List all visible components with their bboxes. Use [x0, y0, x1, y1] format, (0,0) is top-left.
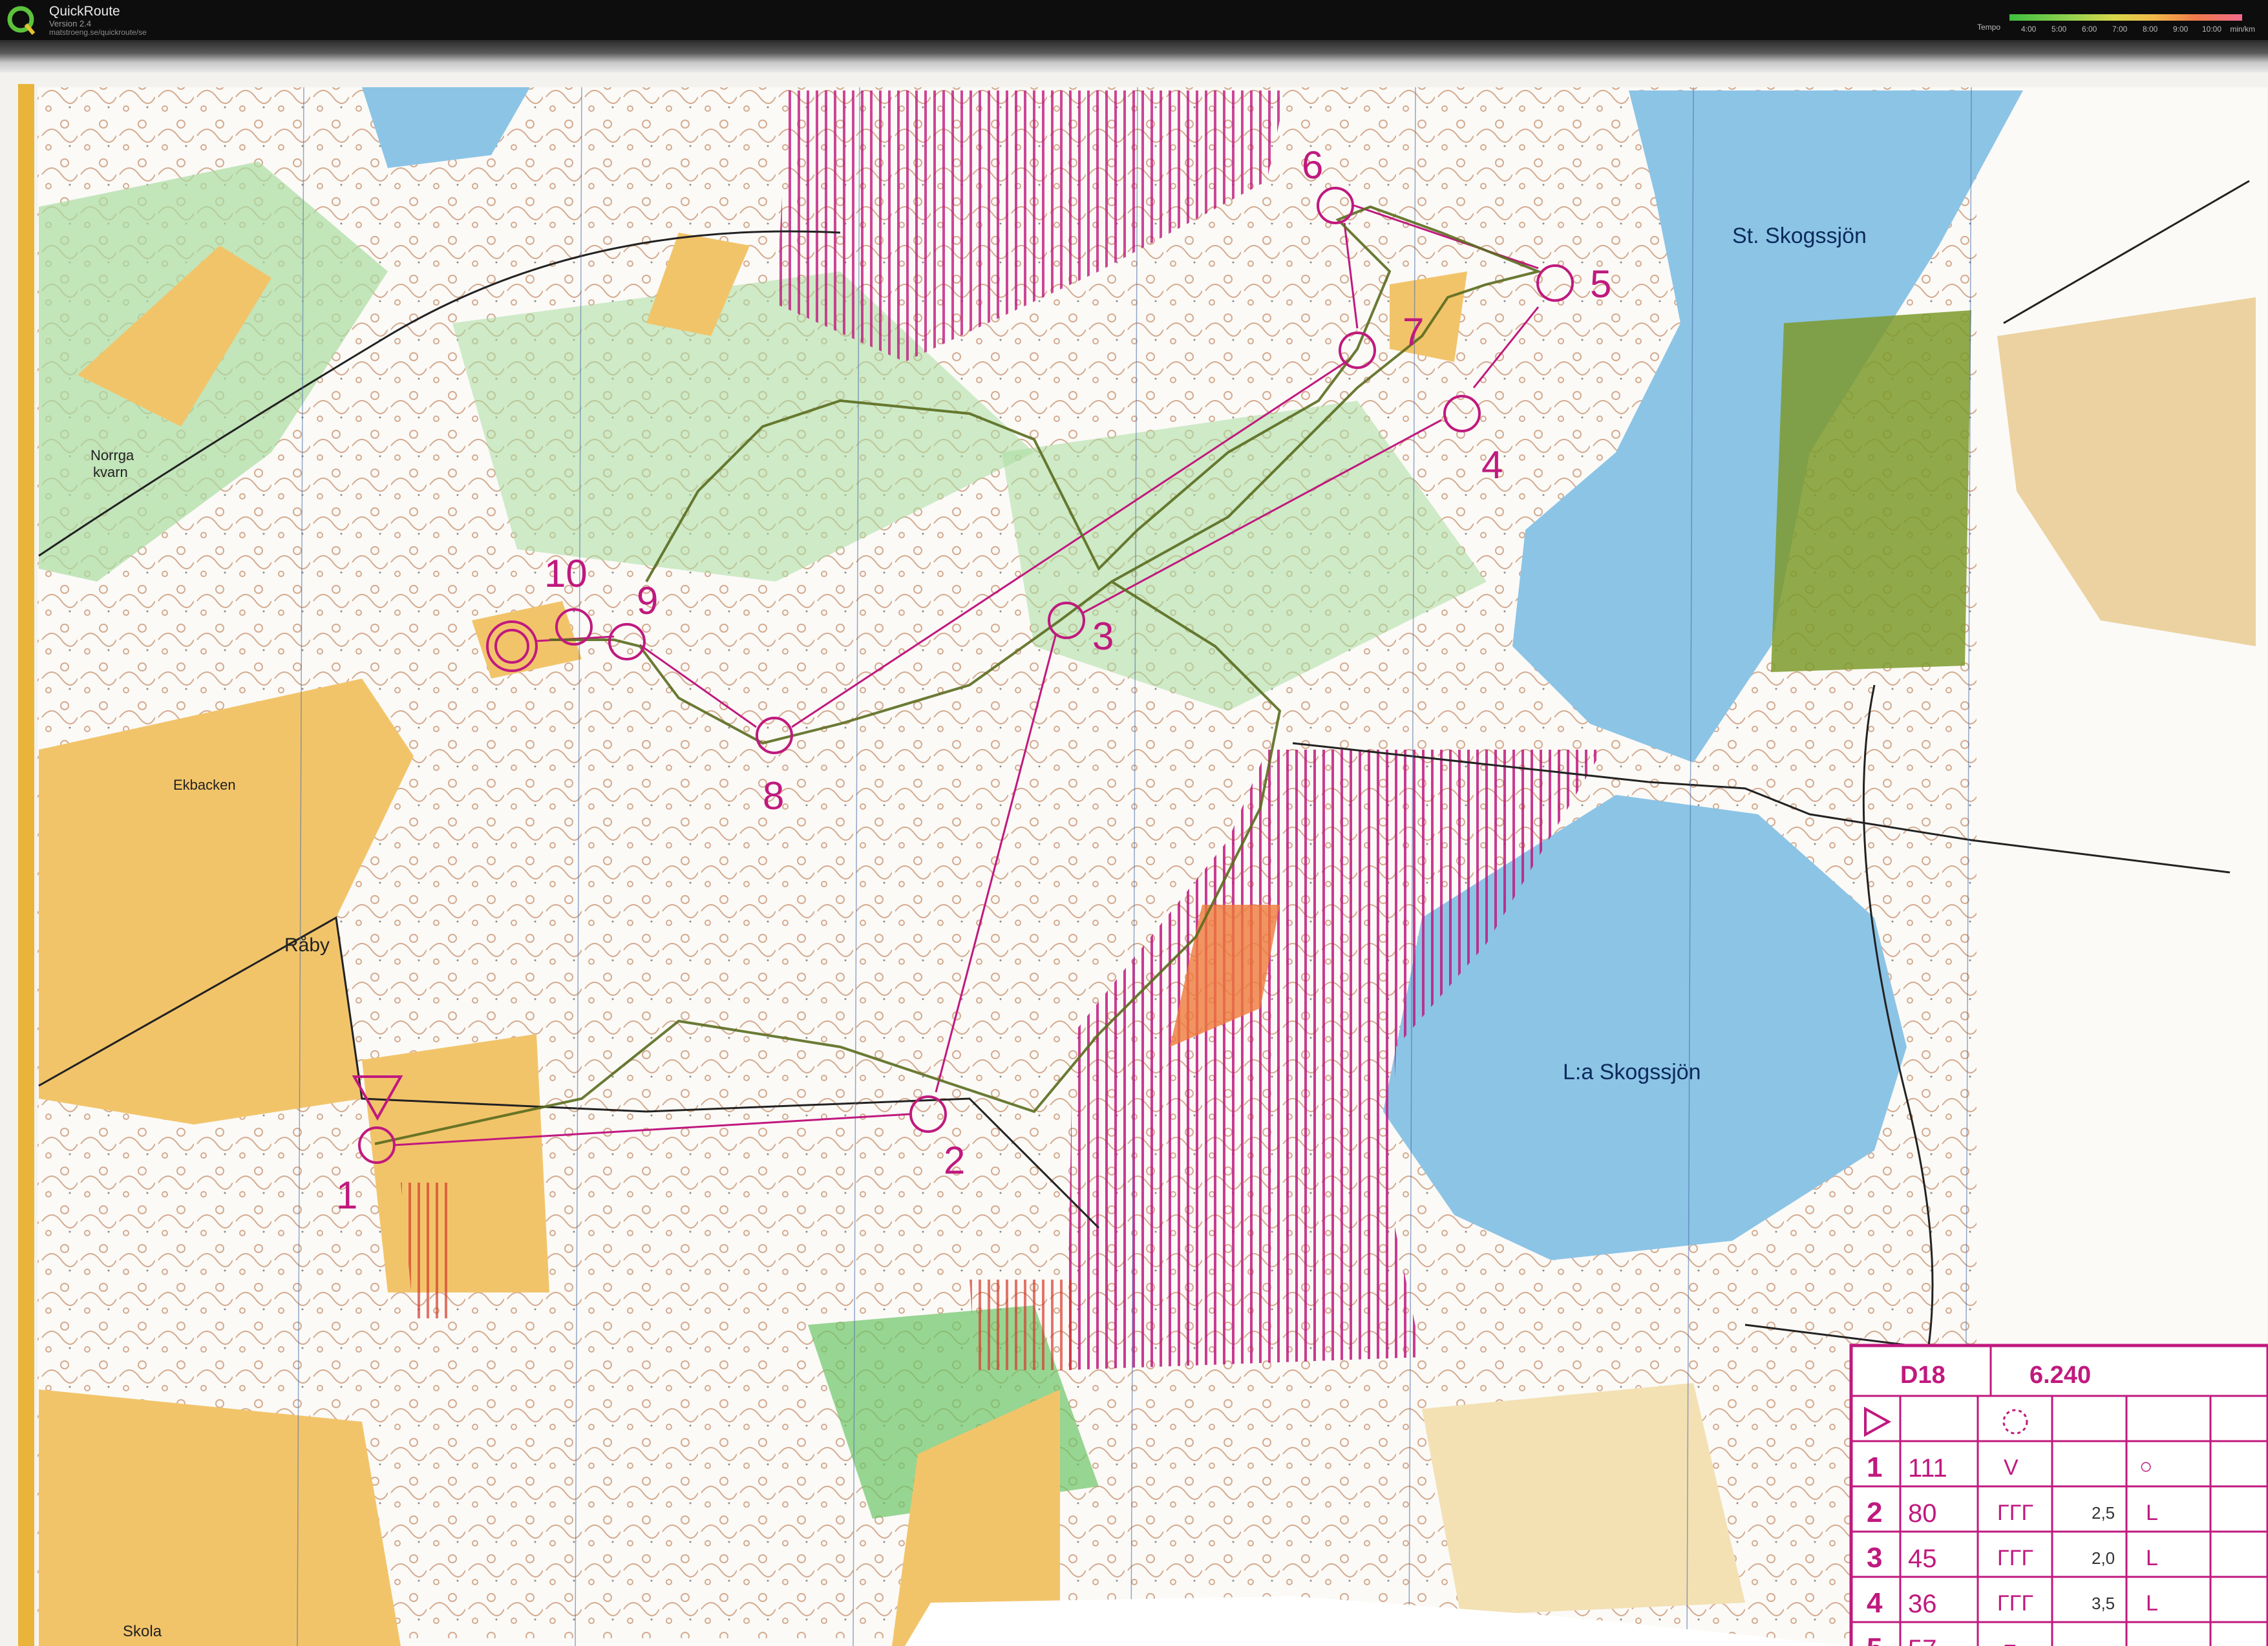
cd-row-code: 111 [1908, 1454, 1947, 1482]
cd-row-code: 57 [1908, 1635, 1937, 1646]
control-number: 5 [1590, 262, 1611, 306]
place-name: St. Skogssjön [1732, 224, 1867, 248]
out-of-bounds-area [970, 1280, 1073, 1370]
control-number: 10 [544, 552, 588, 595]
cd-row-location: ○ [2139, 1454, 2153, 1479]
control-description-sheet: D18 6.240 1 2 3 4 5 111 80 45 36 57 V ΓΓ… [1849, 1344, 2268, 1646]
title-bar: QuickRoute Version 2.4 matstroeng.se/qui… [0, 0, 2268, 40]
open-land [1390, 271, 1467, 362]
place-name: Ekbacken [173, 777, 236, 793]
app-title: QuickRoute [49, 4, 120, 19]
cd-row-location: L [2146, 1546, 2158, 1570]
place-name: kvarn [93, 464, 128, 480]
cd-row-dimension: 3,5 [2092, 1594, 2115, 1613]
place-name: Skola [123, 1623, 162, 1640]
control-number: 1 [336, 1174, 357, 1217]
cd-row-number: 1 [1867, 1451, 1882, 1483]
cd-row-dimension: 2,0 [2092, 1548, 2115, 1568]
cd-row-feature: ΓΓΓ [1997, 1591, 2033, 1616]
control-number: 6 [1302, 143, 1323, 187]
tempo-tick: 4:00 [2021, 25, 2037, 34]
cd-row-location: L [2146, 1591, 2158, 1616]
cd-row-number: 3 [1867, 1542, 1882, 1574]
tempo-color-bar [2009, 14, 2242, 21]
tempo-tick: 9:00 [2173, 25, 2189, 34]
open-land [39, 1389, 401, 1646]
control-number: 8 [763, 774, 784, 818]
control-number: 4 [1481, 443, 1503, 487]
map-border-left [18, 84, 34, 1646]
cd-row-code: 45 [1908, 1545, 1937, 1573]
residential-area [1771, 310, 1971, 672]
app-version: Version 2.4 [49, 19, 92, 28]
tempo-label: Tempo [1977, 23, 2001, 32]
course-class: D18 [1900, 1362, 1945, 1389]
cd-row-number: 5 [1867, 1632, 1882, 1646]
tempo-tick: 7:00 [2112, 25, 2128, 34]
control-number: 9 [637, 579, 658, 622]
tempo-unit: min/km [2230, 25, 2255, 34]
tempo-legend: Tempo 4:00 5:00 6:00 7:00 8:00 9:00 10:0… [1977, 9, 2255, 35]
control-number: 2 [944, 1139, 965, 1182]
cd-row-feature: = [2004, 1636, 2017, 1646]
cd-row-code: 36 [1908, 1590, 1937, 1618]
control-number: 7 [1403, 310, 1424, 353]
cd-row-number: 2 [1867, 1497, 1882, 1528]
cd-row-feature: ΓΓΓ [1997, 1546, 2033, 1570]
tempo-tick: 10:00 [2202, 25, 2222, 34]
place-name: Norrga [90, 447, 134, 463]
tempo-tick: 5:00 [2051, 25, 2067, 34]
place-name: Råby [284, 934, 330, 956]
cd-row-location: L [2146, 1501, 2158, 1525]
place-name: L:a Skogssjön [1563, 1060, 1701, 1084]
app-url: matstroeng.se/quickroute/se [49, 28, 147, 37]
open-land [1422, 1383, 1745, 1616]
cd-row-feature: V [2004, 1455, 2019, 1480]
course-distance: 6.240 [2030, 1362, 2091, 1389]
quickroute-logo-icon [7, 6, 36, 35]
tempo-tick: 6:00 [2082, 25, 2097, 34]
cd-row-dimension: 2,5 [2092, 1503, 2115, 1523]
tempo-tick: 8:00 [2143, 25, 2158, 34]
orienteering-map[interactable]: 1 2 3 4 5 6 7 8 9 10 St. Skogssjön L:a S… [0, 72, 2268, 1646]
scanner-edge-strip [0, 40, 2268, 72]
cd-row-feature: ΓΓΓ [1997, 1501, 2033, 1525]
control-number: 3 [1092, 615, 1114, 658]
cd-row-number: 4 [1867, 1587, 1883, 1619]
open-land [362, 1034, 549, 1293]
cd-row-code: 80 [1908, 1499, 1937, 1528]
